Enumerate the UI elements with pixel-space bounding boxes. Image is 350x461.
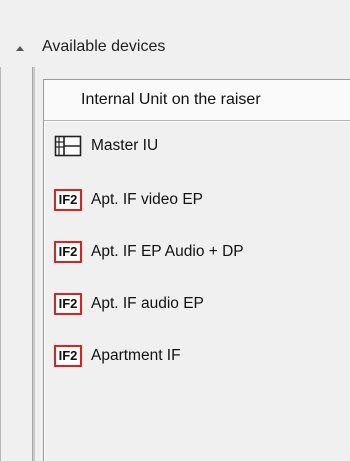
available-devices-header[interactable]: Available devices	[0, 30, 350, 64]
device-item-apt-if-video-ep[interactable]: IF2 Apt. IF video EP	[54, 187, 344, 213]
left-divider-outer	[0, 67, 1, 461]
device-label: Apt. IF EP Audio + DP	[91, 243, 244, 260]
device-item-apt-if-ep-audio-dp[interactable]: IF2 Apt. IF EP Audio + DP	[54, 239, 344, 265]
master-iu-icon	[54, 135, 82, 157]
device-item-master-iu[interactable]: Master IU	[54, 133, 344, 159]
if2-icon: IF2	[54, 241, 82, 263]
caret-up-icon[interactable]	[15, 44, 25, 52]
devices-panel: Internal Unit on the raiser Master IU IF…	[43, 79, 350, 461]
available-devices-window: Available devices Internal Unit on the r…	[0, 0, 350, 461]
if2-badge: IF2	[54, 241, 82, 263]
device-item-apartment-if[interactable]: IF2 Apartment IF	[54, 343, 344, 369]
if2-badge: IF2	[54, 189, 82, 211]
if2-badge: IF2	[54, 293, 82, 315]
device-label: Master IU	[91, 137, 159, 154]
if2-icon: IF2	[54, 293, 82, 315]
panel-header-label: Internal Unit on the raiser	[81, 91, 261, 108]
left-divider-inner[interactable]	[32, 67, 35, 461]
device-label: Apt. IF video EP	[91, 191, 203, 208]
if2-icon: IF2	[54, 345, 82, 367]
device-label: Apt. IF audio EP	[91, 295, 204, 312]
device-list: Master IU IF2 Apt. IF video EP IF2 Apt. …	[44, 121, 350, 461]
if2-badge: IF2	[54, 345, 82, 367]
device-label: Apartment IF	[91, 347, 181, 364]
panel-column-header[interactable]: Internal Unit on the raiser	[44, 80, 350, 121]
if2-icon: IF2	[54, 189, 82, 211]
section-title: Available devices	[42, 38, 166, 55]
device-item-apt-if-audio-ep[interactable]: IF2 Apt. IF audio EP	[54, 291, 344, 317]
